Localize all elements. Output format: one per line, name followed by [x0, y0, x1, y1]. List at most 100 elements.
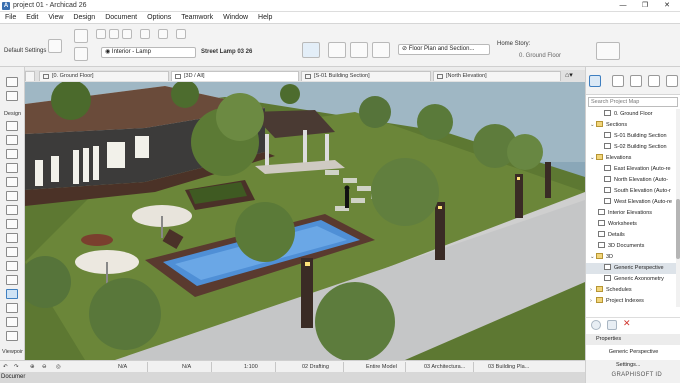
arrow-tool-icon[interactable]: [48, 39, 62, 53]
mirror-icon[interactable]: [158, 29, 168, 39]
tab-3d-all[interactable]: [3D / All]: [171, 71, 299, 81]
tree-item-3d-documents[interactable]: 3D Documents: [598, 241, 644, 252]
scrollbar-thumb[interactable]: [676, 199, 680, 259]
menu-document[interactable]: Document: [100, 14, 142, 21]
door-tool[interactable]: [6, 247, 18, 257]
view-map-icon[interactable]: [612, 75, 624, 87]
snap-icon[interactable]: [122, 29, 132, 39]
tree-item-ground-floor[interactable]: 0. Ground Floor: [604, 109, 653, 120]
scale-selector[interactable]: 1:100: [244, 362, 276, 372]
menu-window[interactable]: Window: [218, 14, 253, 21]
layer-selector[interactable]: ◉ Interior - Lamp: [101, 47, 196, 58]
align-icon[interactable]: [109, 29, 119, 39]
marquee-tool[interactable]: [6, 91, 18, 101]
open-view-icon[interactable]: [607, 320, 617, 330]
tree-item-generic-axonometry[interactable]: Generic Axonometry: [604, 274, 664, 285]
angle-value[interactable]: N/A: [182, 362, 212, 372]
menu-teamwork[interactable]: Teamwork: [176, 14, 218, 21]
layout-book-icon[interactable]: [630, 75, 642, 87]
menu-file[interactable]: File: [0, 14, 21, 21]
light-color-icon[interactable]: [350, 42, 368, 58]
roof-tool[interactable]: [6, 177, 18, 187]
maximize-button[interactable]: ❐: [636, 0, 654, 12]
navigator-scrollbar[interactable]: [676, 109, 680, 307]
layer-combination-selector[interactable]: 03 Architectura...: [424, 362, 474, 372]
properties-header[interactable]: Properties: [586, 334, 680, 345]
tree-item-details[interactable]: Details: [598, 230, 625, 241]
new-view-icon[interactable]: [591, 320, 601, 330]
floor-plan-display-icon[interactable]: [96, 29, 106, 39]
publisher-sets-icon[interactable]: [648, 75, 660, 87]
lamp-tool[interactable]: [6, 289, 18, 299]
tree-item-generic-perspective[interactable]: Generic Perspective: [586, 263, 676, 274]
railing-tool[interactable]: [6, 219, 18, 229]
menu-edit[interactable]: Edit: [21, 14, 43, 21]
tree-item-interior-elevations[interactable]: Interior Elevations: [598, 208, 652, 219]
zoom-value[interactable]: N/A: [118, 362, 148, 372]
curtain-wall-tool[interactable]: [6, 233, 18, 243]
3d-viewport[interactable]: [25, 82, 585, 360]
column-tool[interactable]: [6, 135, 18, 145]
tree-item-schedules[interactable]: › Schedules: [590, 285, 632, 296]
redo-icon[interactable]: ↷: [14, 362, 19, 372]
tab-ground-floor[interactable]: [0. Ground Floor]: [39, 71, 169, 81]
morph-tool[interactable]: [6, 331, 18, 341]
lamp-on-icon[interactable]: [302, 42, 320, 58]
menu-view[interactable]: View: [43, 14, 68, 21]
delete-icon[interactable]: ✕: [623, 318, 631, 329]
tree-item-north-elevation[interactable]: North Elevation (Auto-: [604, 175, 668, 186]
tree-item-worksheets[interactable]: Worksheets: [598, 219, 637, 230]
pen-set-selector[interactable]: 02 Drafting: [302, 362, 344, 372]
undo-icon[interactable]: ↶: [3, 362, 8, 372]
tab-overview-icon[interactable]: [25, 71, 35, 81]
lamp-icon[interactable]: [74, 29, 88, 43]
wall-tool[interactable]: [6, 121, 18, 131]
tab-north-elevation[interactable]: [North Elevation]: [433, 71, 561, 81]
arrow-tool[interactable]: [6, 77, 18, 87]
window-tool[interactable]: [6, 261, 18, 271]
building-plan-selector[interactable]: 03 Building Pla...: [488, 362, 548, 372]
zoom-in-icon[interactable]: ⊕: [30, 362, 35, 372]
slab-tool[interactable]: [6, 163, 18, 173]
object-name[interactable]: Street Lamp 03 26: [201, 49, 252, 55]
floor-plan-mode-selector[interactable]: ⊘ Floor Plan and Section...: [398, 44, 490, 55]
tree-item-west-elevation[interactable]: West Elevation (Auto-re: [604, 197, 672, 208]
tab-list-icon[interactable]: ⌂▾: [565, 71, 573, 79]
zoom-out-icon[interactable]: ⊖: [42, 362, 47, 372]
default-settings-label[interactable]: Default Settings: [4, 48, 46, 54]
tree-item-sections[interactable]: ⌄ Sections: [590, 120, 627, 131]
light-intensity-icon[interactable]: [372, 42, 390, 58]
mesh-tool[interactable]: [6, 317, 18, 327]
tree-item-east-elevation[interactable]: East Elevation (Auto-re: [604, 164, 671, 175]
tree-item-project-indexes[interactable]: › Project Indexes: [590, 296, 644, 307]
lock-icon[interactable]: [176, 29, 186, 39]
menu-options[interactable]: Options: [142, 14, 176, 21]
tree-item-3d[interactable]: ⌄ 3D: [590, 252, 613, 263]
grid-icon[interactable]: [140, 29, 150, 39]
tree-item-elevations[interactable]: ⌄ Elevations: [590, 153, 631, 164]
beam-tool[interactable]: [6, 149, 18, 159]
tree-item-south-elevation[interactable]: South Elevation (Auto-r: [604, 186, 671, 197]
minimize-button[interactable]: —: [614, 0, 632, 12]
project-map-icon[interactable]: [589, 75, 601, 87]
orbit-icon[interactable]: ◎: [56, 362, 61, 372]
stair-tool[interactable]: [6, 205, 18, 215]
search-project-map-input[interactable]: Search Project Map: [588, 97, 678, 107]
model-view-selector[interactable]: Entire Model: [366, 362, 406, 372]
zone-tool[interactable]: [6, 303, 18, 313]
close-button[interactable]: ✕: [658, 0, 676, 12]
elevation-icon[interactable]: [596, 42, 620, 60]
menu-help[interactable]: Help: [253, 14, 277, 21]
object-tool[interactable]: [6, 275, 18, 285]
navigator-menu-icon[interactable]: [666, 75, 678, 87]
light-settings-icon[interactable]: [328, 42, 346, 58]
shell-tool[interactable]: [6, 191, 18, 201]
graphisoft-id-label[interactable]: GRAPHISOFT ID: [612, 372, 662, 378]
tab-building-section[interactable]: [S-01 Building Section]: [301, 71, 431, 81]
tree-item-s01-section[interactable]: S-01 Building Section: [604, 131, 667, 142]
home-story-value[interactable]: 0. Ground Floor: [519, 53, 561, 59]
settings-button[interactable]: Settings...: [616, 362, 640, 368]
geometry-method-icon[interactable]: [74, 47, 88, 61]
tree-item-s02-section[interactable]: S-02 Building Section: [604, 142, 667, 153]
menu-design[interactable]: Design: [68, 14, 100, 21]
